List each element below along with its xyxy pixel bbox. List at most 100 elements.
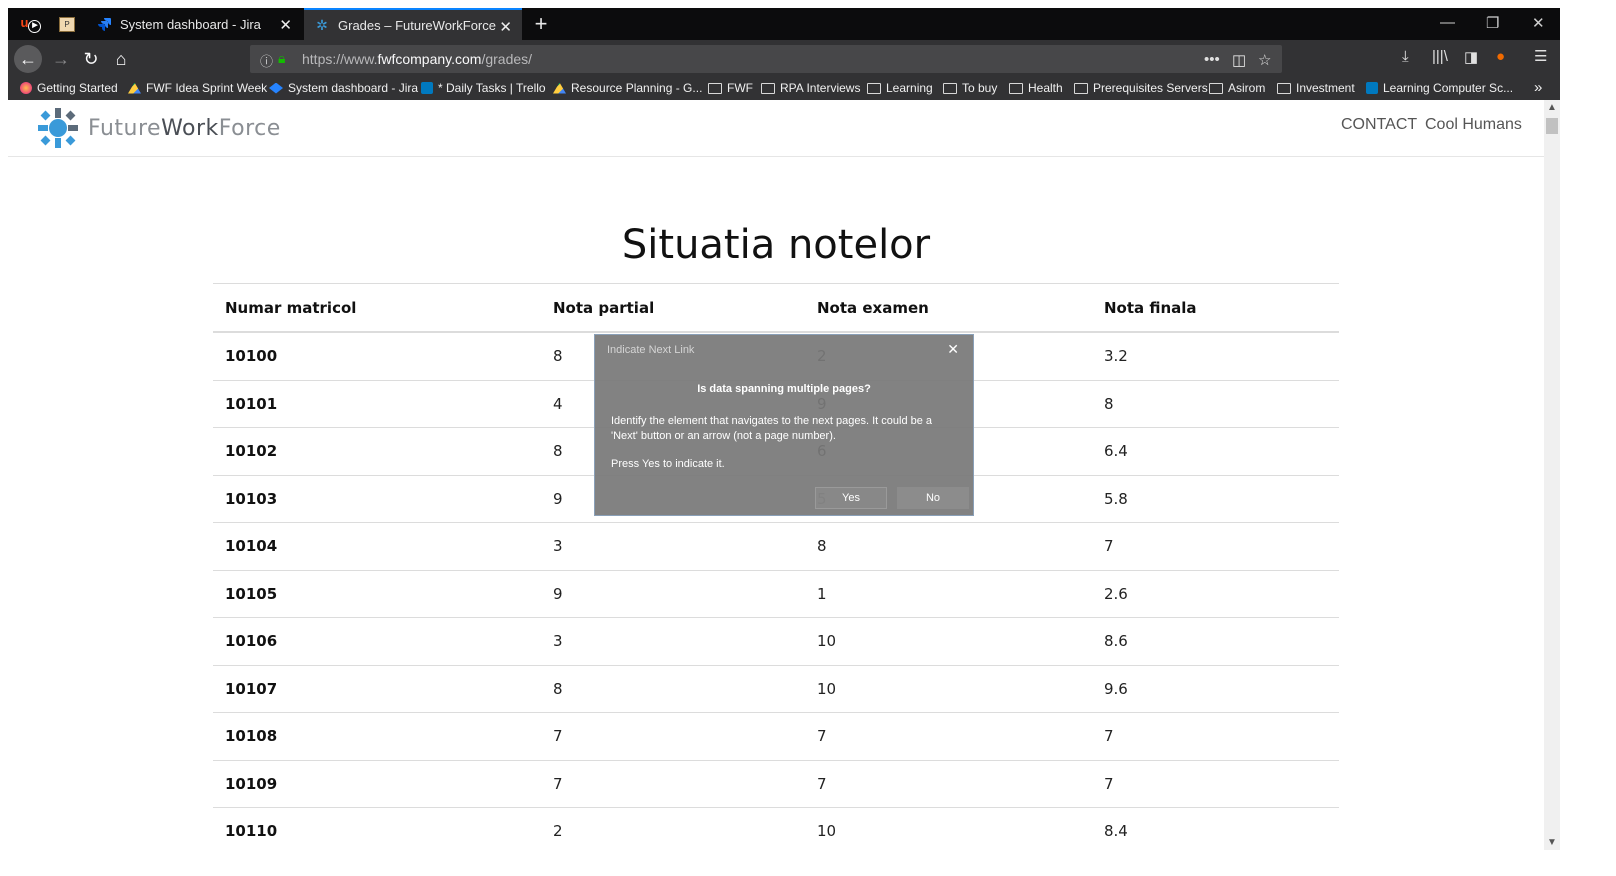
table-row: 10110 2 10 8.4 [213, 807, 1339, 850]
bookmark-folder[interactable]: Health [1009, 81, 1063, 95]
bookmark-folder[interactable]: FWF [708, 81, 753, 95]
bookmark-label: FWF [727, 81, 753, 95]
more-bookmarks-icon[interactable]: » [1534, 79, 1542, 96]
sidebar-icon[interactable]: ◨ [1464, 48, 1478, 66]
tab-title: Grades – FutureWorkForce [338, 17, 496, 33]
back-icon[interactable]: ← [14, 45, 42, 73]
bookmark-item[interactable]: Getting Started [20, 81, 118, 95]
close-tab-icon[interactable]: ✕ [499, 18, 512, 36]
cell-student-id: 10104 [213, 522, 541, 570]
bookmark-star-icon[interactable]: ☆ [1258, 51, 1271, 69]
uipath-icon: u ▶ [21, 15, 42, 33]
cell-final-grade: 8.6 [1092, 617, 1339, 665]
fwf-icon: ✲ [316, 16, 328, 33]
page-title: Situatia notelor [621, 222, 931, 268]
table-row: 10109 7 7 7 [213, 759, 1339, 808]
cell-student-id: 10110 [213, 807, 541, 850]
cell-final-grade: 7 [1092, 712, 1339, 760]
bookmark-folder[interactable]: To buy [943, 81, 997, 95]
logo-text: FutureWorkForce [88, 116, 281, 141]
table-row: 10108 7 7 7 [213, 712, 1339, 760]
bookmark-item[interactable]: System dashboard - Jira [269, 81, 418, 95]
bookmark-label: System dashboard - Jira [288, 81, 419, 95]
menu-cool-humans-link[interactable]: Cool Humans [1425, 116, 1522, 134]
bookmark-folder[interactable]: Asirom [1209, 81, 1265, 95]
scroll-up-icon[interactable]: ▲ [1547, 102, 1557, 113]
cell-final-grade: 7 [1092, 759, 1339, 808]
table-row: 10105 9 1 2.6 [213, 569, 1339, 618]
cell-student-id: 10108 [213, 712, 541, 760]
browser-window: u ▶ P System dashboard - Jira ✕ ✲ Grades … [8, 8, 1560, 850]
folder-icon [1074, 82, 1088, 94]
bookmark-item[interactable]: * Daily Tasks | Trello [421, 81, 546, 95]
tab-grades[interactable]: ✲ Grades – FutureWorkForce ✕ [304, 8, 522, 40]
bookmark-folder[interactable]: Learning [867, 81, 933, 95]
close-tab-icon[interactable]: ✕ [279, 16, 292, 34]
bookmark-label: FWF Idea Sprint Week [146, 81, 268, 95]
url-prefix: https://www. [302, 51, 378, 67]
table-row: 10104 3 8 7 [213, 522, 1339, 570]
menu-contact-link[interactable]: CONTACT [1341, 116, 1417, 134]
cell-final-grade: 5.8 [1092, 474, 1339, 523]
page-scrollbar[interactable]: ▲ ▼ [1544, 100, 1560, 850]
reload-icon[interactable]: ↻ [78, 46, 104, 72]
minimize-icon[interactable]: — [1440, 14, 1455, 31]
fwf-logo-icon [38, 108, 78, 148]
site-logo[interactable]: FutureWorkForce [36, 106, 281, 150]
url-bar[interactable]: ⓘ 🔒︎ https://www.fwfcompany.com/grades/ … [250, 45, 1282, 73]
cell-final-grade: 3.2 [1092, 331, 1339, 380]
document-icon: P [59, 16, 75, 32]
tab-jira[interactable]: System dashboard - Jira ✕ [86, 8, 302, 40]
folder-icon [1277, 82, 1291, 94]
close-window-icon[interactable]: ✕ [1532, 14, 1545, 32]
bookmark-label: RPA Interviews [780, 81, 861, 95]
no-button[interactable]: No [897, 487, 969, 509]
bookmark-label: To buy [962, 81, 998, 95]
bookmark-folder[interactable]: Prerequisites Servers [1074, 81, 1208, 95]
cell-final-grade: 2.6 [1092, 569, 1339, 618]
uipath-pinned-tab[interactable]: u ▶ [14, 8, 48, 40]
info-icon[interactable]: ⓘ [260, 51, 273, 70]
scroll-thumb[interactable] [1546, 118, 1558, 134]
extension-icon[interactable]: ● [1496, 48, 1505, 65]
bookmark-label: Resource Planning - G... [571, 81, 703, 95]
scroll-down-icon[interactable]: ▼ [1547, 837, 1557, 848]
drive-icon [128, 82, 141, 94]
dialog-instruction: Press Yes to indicate it. [611, 458, 725, 470]
home-icon[interactable]: ⌂ [108, 46, 134, 72]
cell-exam-grade: 1 [805, 569, 1092, 618]
folder-icon [867, 82, 881, 94]
close-icon[interactable]: ✕ [947, 341, 959, 358]
cell-final-grade: 9.6 [1092, 664, 1339, 713]
jira-icon [96, 16, 112, 32]
forward-icon[interactable]: → [48, 46, 74, 72]
yes-button[interactable]: Yes [815, 487, 887, 509]
pinned-tab[interactable]: P [50, 8, 84, 40]
menu-icon[interactable]: ☰ [1534, 47, 1547, 65]
bookmark-folder[interactable]: RPA Interviews [761, 81, 860, 95]
firefox-icon [20, 82, 32, 94]
restore-icon[interactable]: ❐ [1486, 14, 1499, 32]
folder-icon [708, 82, 722, 94]
lock-icon: 🔒︎ [278, 50, 286, 66]
logo-word-work: Work [161, 115, 219, 141]
column-header: Nota partial [541, 283, 805, 333]
cell-final-grade: 8.4 [1092, 807, 1339, 850]
download-icon[interactable]: ⤓ [1402, 48, 1409, 65]
drive-icon [553, 82, 566, 94]
new-tab-button[interactable]: + [528, 8, 554, 40]
bookmark-item[interactable]: Resource Planning - G... [553, 81, 702, 95]
bookmark-item[interactable]: Learning Computer Sc... [1366, 81, 1513, 95]
bookmark-label: Health [1028, 81, 1063, 95]
cell-student-id: 10109 [213, 759, 541, 808]
bookmark-folder[interactable]: Investment [1277, 81, 1355, 95]
navigation-toolbar: ← → ↻ ⌂ ⓘ 🔒︎ https://www.fwfcompany.com/… [8, 40, 1560, 78]
folder-icon [761, 82, 775, 94]
page-actions-icon[interactable]: ••• [1204, 51, 1220, 68]
library-icon[interactable]: |||\ [1432, 48, 1448, 65]
cell-final-grade: 8 [1092, 379, 1339, 428]
bookmark-item[interactable]: FWF Idea Sprint Week [128, 81, 267, 95]
url-text[interactable]: https://www.fwfcompany.com/grades/ [302, 51, 532, 67]
pocket-icon[interactable]: ◫ [1232, 51, 1246, 69]
cell-partial-grade: 8 [541, 664, 805, 713]
